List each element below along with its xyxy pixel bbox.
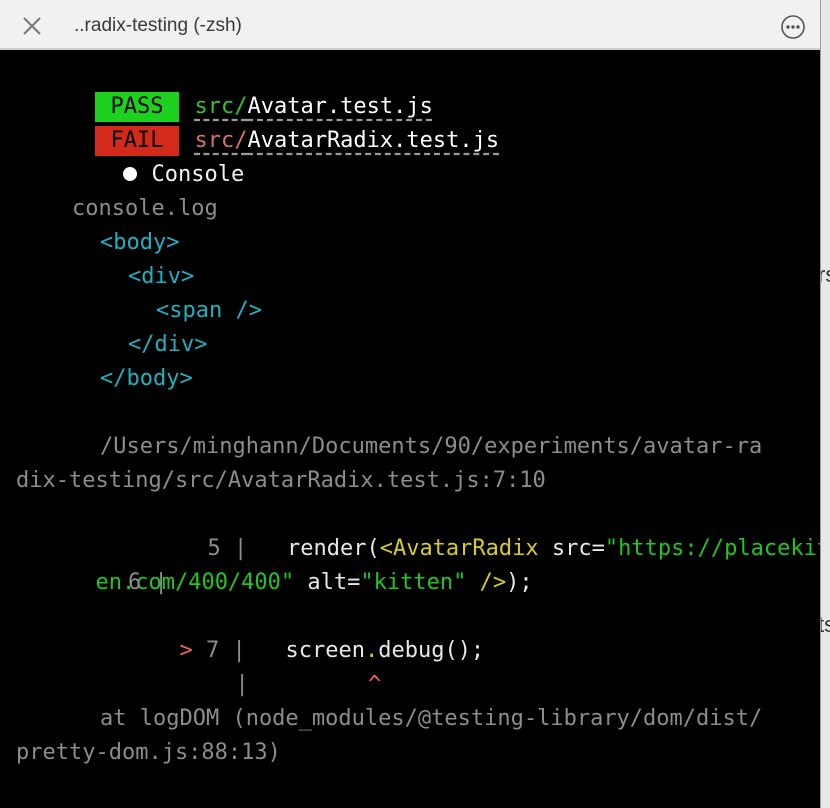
dom-line: <div> bbox=[128, 264, 195, 289]
terminal-output[interactable]: PASS src/Avatar.test.js FAIL src/AvatarRad… bbox=[0, 54, 820, 808]
trace-path-line: dix-testing/src/AvatarRadix.test.js:7:10 bbox=[16, 468, 546, 493]
dom-line: </div> bbox=[128, 332, 208, 357]
console-log-label: console.log bbox=[72, 196, 218, 221]
window-title: ..radix-testing (-zsh) bbox=[74, 15, 242, 36]
code-line-5-wrap: en.com/400/400" alt="kitten" />); bbox=[95, 570, 533, 595]
code-line-6: 6 | bbox=[128, 570, 168, 595]
result-file: AvatarRadix.test.js bbox=[247, 128, 500, 153]
console-header: Console bbox=[44, 124, 244, 187]
stack-frame-line: pretty-dom.js:88:13) bbox=[16, 740, 281, 765]
terminal-window: ..radix-testing (-zsh) PASS src/Avatar.te… bbox=[0, 0, 821, 808]
test-result-pass: PASS src/Avatar.test.js bbox=[16, 56, 433, 122]
bullet-icon bbox=[123, 166, 138, 181]
more-options-icon[interactable] bbox=[780, 14, 806, 40]
trace-path-line: /Users/minghann/Documents/90/experiments… bbox=[100, 434, 763, 459]
dom-line: <span /> bbox=[156, 298, 262, 323]
code-line-5: 5 | render(<AvatarRadix src="https://pla… bbox=[207, 536, 821, 561]
dom-line: <body> bbox=[100, 230, 180, 255]
code-line-7: > 7 | screen.debug(); bbox=[179, 638, 485, 663]
stack-frame-line: at logDOM (node_modules/@testing-library… bbox=[100, 706, 763, 731]
dom-line: </body> bbox=[100, 366, 193, 391]
error-caret: ^ bbox=[367, 672, 382, 697]
close-icon[interactable] bbox=[20, 14, 44, 38]
title-bar: ..radix-testing (-zsh) bbox=[0, 0, 820, 50]
caret-line: | ^ bbox=[235, 672, 382, 697]
test-result-fail: FAIL src/AvatarRadix.test.js bbox=[16, 90, 499, 156]
